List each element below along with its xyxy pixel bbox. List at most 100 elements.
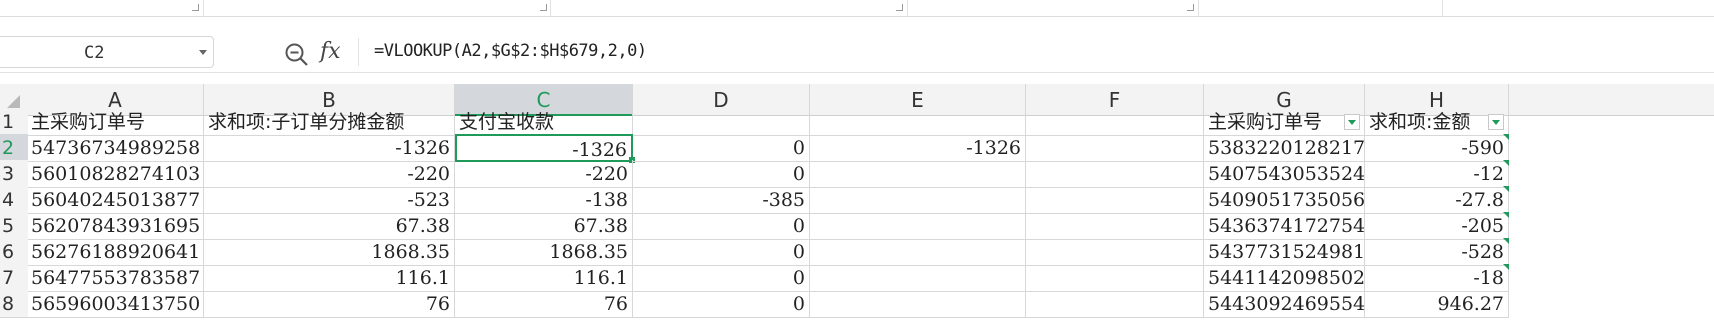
cell-error-marker xyxy=(1503,186,1509,192)
table-row: 4 56040245013877 -523 -138 -385 54090517… xyxy=(0,186,1714,214)
strip-divider xyxy=(550,0,551,16)
table-row: 3 56010828274103 -220 -220 0 54075430535… xyxy=(0,160,1714,188)
strip-divider xyxy=(203,0,204,16)
formula-divider xyxy=(0,72,1714,73)
cell-f5[interactable] xyxy=(1026,212,1204,240)
cell-c7[interactable]: 116.1 xyxy=(455,264,633,292)
cell-c3[interactable]: -220 xyxy=(455,160,633,188)
cell-a6[interactable]: 56276188920641 xyxy=(27,238,204,266)
row-header[interactable]: 5 xyxy=(0,212,28,240)
cell-h5[interactable]: -205 xyxy=(1365,212,1509,240)
cell-g1[interactable]: 主采购订单号 xyxy=(1204,108,1365,136)
filter-dropdown-icon[interactable] xyxy=(1344,114,1360,130)
cell-f2[interactable] xyxy=(1026,134,1204,162)
cell-c6[interactable]: 1868.35 xyxy=(455,238,633,266)
cell-e3[interactable] xyxy=(810,160,1026,188)
cell-d4[interactable]: -385 xyxy=(633,186,810,214)
cell-e6[interactable] xyxy=(810,238,1026,266)
sheet-top-strip xyxy=(0,0,1714,17)
cell-h6[interactable]: -528 xyxy=(1365,238,1509,266)
chevron-down-icon[interactable] xyxy=(199,50,207,55)
cell-g8[interactable]: 54430924695541 xyxy=(1204,290,1365,318)
table-row: 7 56477553783587 116.1 116.1 0 544114209… xyxy=(0,264,1714,292)
row-header[interactable]: 8 xyxy=(0,290,28,318)
cell-d1[interactable] xyxy=(633,108,810,136)
table-row: 2 54736734989258 -1326 -1326 0 -1326 538… xyxy=(0,134,1714,163)
cell-a2[interactable]: 54736734989258 xyxy=(27,134,204,162)
cell-d8[interactable]: 0 xyxy=(633,290,810,318)
cell-e7[interactable] xyxy=(810,264,1026,292)
row-header[interactable]: 3 xyxy=(0,160,28,188)
cell-g7[interactable]: 54411420985029 xyxy=(1204,264,1365,292)
strip-divider xyxy=(1442,0,1443,16)
cell-d7[interactable]: 0 xyxy=(633,264,810,292)
cell-h7[interactable]: -18 xyxy=(1365,264,1509,292)
cell-b7[interactable]: 116.1 xyxy=(204,264,455,292)
formula-bar: C2 fx =VLOOKUP(A2,$G$2:$H$679,2,0) xyxy=(0,34,1714,72)
cell-c5[interactable]: 67.38 xyxy=(455,212,633,240)
cell-c8[interactable]: 76 xyxy=(455,290,633,318)
cell-d3[interactable]: 0 xyxy=(633,160,810,188)
strip-divider xyxy=(907,0,908,16)
formula-separator xyxy=(358,38,359,66)
cell-error-marker xyxy=(1503,238,1509,244)
cell-d2[interactable]: 0 xyxy=(633,134,810,162)
cell-e8[interactable] xyxy=(810,290,1026,318)
cell-c4[interactable]: -138 xyxy=(455,186,633,214)
resize-corner-icon xyxy=(540,4,547,11)
row-header[interactable]: 1 xyxy=(0,108,28,136)
cell-b4[interactable]: -523 xyxy=(204,186,455,214)
table-row: 6 56276188920641 1868.35 1868.35 0 54377… xyxy=(0,238,1714,266)
cell-h8[interactable]: 946.27 xyxy=(1365,290,1509,318)
cell-f3[interactable] xyxy=(1026,160,1204,188)
cell-a4[interactable]: 56040245013877 xyxy=(27,186,204,214)
cell-a5[interactable]: 56207843931695 xyxy=(27,212,204,240)
zoom-formula-icon[interactable] xyxy=(284,42,310,72)
cell-b1[interactable]: 求和项:子订单分摊金额 xyxy=(204,108,455,136)
cell-b3[interactable]: -220 xyxy=(204,160,455,188)
name-box-value[interactable]: C2 xyxy=(84,43,104,63)
cell-h2[interactable]: -590 xyxy=(1365,134,1509,162)
fx-icon[interactable]: fx xyxy=(320,39,341,64)
cell-d6[interactable]: 0 xyxy=(633,238,810,266)
cell-g5[interactable]: 54363741727547 xyxy=(1204,212,1365,240)
cell-h4[interactable]: -27.8 xyxy=(1365,186,1509,214)
row-header[interactable]: 2 xyxy=(0,134,28,162)
cell-g2[interactable]: 53832201282170 xyxy=(1204,134,1365,162)
cell-f6[interactable] xyxy=(1026,238,1204,266)
cell-e2[interactable]: -1326 xyxy=(810,134,1026,162)
cell-a1[interactable]: 主采购订单号 xyxy=(27,108,204,136)
cell-g6[interactable]: 54377315249818 xyxy=(1204,238,1365,266)
resize-corner-icon xyxy=(1187,4,1194,11)
row-header[interactable]: 6 xyxy=(0,238,28,266)
cell-h3[interactable]: -12 xyxy=(1365,160,1509,188)
cell-g4[interactable]: 54090517350563 xyxy=(1204,186,1365,214)
cell-error-marker xyxy=(1503,134,1509,140)
cell-b2[interactable]: -1326 xyxy=(204,134,455,162)
cell-f1[interactable] xyxy=(1026,108,1204,136)
cell-error-marker xyxy=(1503,160,1509,166)
cell-error-marker xyxy=(1503,212,1509,218)
cell-e5[interactable] xyxy=(810,212,1026,240)
cell-f8[interactable] xyxy=(1026,290,1204,318)
cell-a7[interactable]: 56477553783587 xyxy=(27,264,204,292)
cell-c2-selected[interactable]: -1326 xyxy=(455,134,633,162)
filter-dropdown-icon[interactable] xyxy=(1488,114,1504,130)
cell-d5[interactable]: 0 xyxy=(633,212,810,240)
row-header[interactable]: 4 xyxy=(0,186,28,214)
cell-f7[interactable] xyxy=(1026,264,1204,292)
row-header[interactable]: 7 xyxy=(0,264,28,292)
formula-input[interactable]: =VLOOKUP(A2,$G$2:$H$679,2,0) xyxy=(374,41,647,61)
name-box[interactable]: C2 xyxy=(0,36,214,68)
cell-a3[interactable]: 56010828274103 xyxy=(27,160,204,188)
cell-b5[interactable]: 67.38 xyxy=(204,212,455,240)
cell-e1[interactable] xyxy=(810,108,1026,136)
cell-b6[interactable]: 1868.35 xyxy=(204,238,455,266)
cell-c1[interactable]: 支付宝收款 xyxy=(455,108,633,136)
strip-divider xyxy=(1198,0,1199,16)
cell-g3[interactable]: 54075430535245 xyxy=(1204,160,1365,188)
cell-a8[interactable]: 56596003413750 xyxy=(27,290,204,318)
cell-f4[interactable] xyxy=(1026,186,1204,214)
cell-b8[interactable]: 76 xyxy=(204,290,455,318)
cell-e4[interactable] xyxy=(810,186,1026,214)
